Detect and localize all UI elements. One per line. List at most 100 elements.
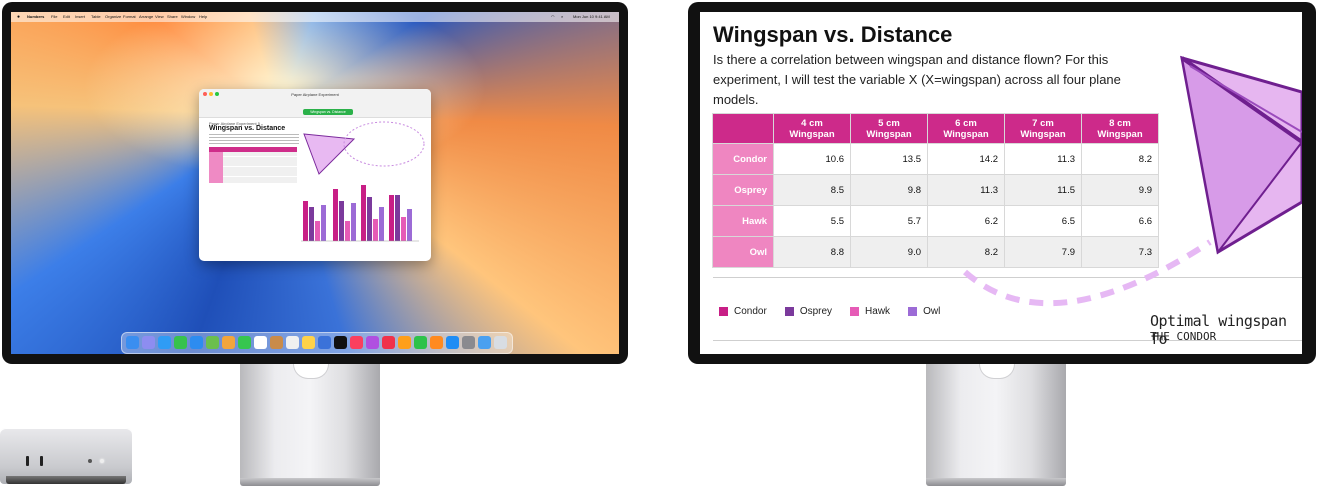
legend-label: Hawk	[865, 306, 891, 317]
usb-c-port	[26, 456, 29, 466]
notes-icon[interactable]	[302, 336, 315, 349]
menu-file[interactable]: File	[51, 14, 57, 19]
menu-view[interactable]: View	[155, 14, 164, 19]
table-cell[interactable]: 9.8	[850, 174, 928, 206]
table-cell[interactable]: 5.5	[773, 205, 851, 237]
table-cell[interactable]: 8.5	[773, 174, 851, 206]
facetime-icon[interactable]	[238, 336, 251, 349]
left-desktop[interactable]: ● Numbers File Edit Insert Table Organiz…	[11, 12, 619, 354]
document-body[interactable]: Is there a correlation between wingspan …	[713, 50, 1138, 110]
table-header-cell[interactable]: 4 cm Wingspan	[773, 113, 851, 144]
right-display-document[interactable]: Wingspan vs. Distance Is there a correla…	[700, 12, 1302, 354]
mail-icon[interactable]	[190, 336, 203, 349]
menu-clock[interactable]: Mon Jun 10 9:41 AM	[573, 14, 610, 19]
doc-heading: Wingspan vs. Distance	[209, 125, 286, 132]
left-monitor-stand	[240, 364, 380, 478]
podcasts-icon[interactable]	[366, 336, 379, 349]
table-header-cell[interactable]: 5 cm Wingspan	[850, 113, 928, 144]
finder-icon[interactable]	[126, 336, 139, 349]
table-header-cell[interactable]: 7 cm Wingspan	[1004, 113, 1082, 144]
paper-airplane-drawing	[1180, 55, 1302, 255]
legend-item[interactable]: Osprey	[784, 306, 833, 317]
table-cell[interactable]: 5.7	[850, 205, 928, 237]
legend-item[interactable]: Condor	[719, 306, 767, 317]
menu-app[interactable]: Numbers	[27, 14, 44, 19]
power-led	[100, 459, 104, 463]
menu-format[interactable]: Format	[123, 14, 136, 19]
dock	[121, 332, 513, 354]
table-cell[interactable]: 6.2	[927, 205, 1005, 237]
table-cell[interactable]: 8.2	[1081, 143, 1159, 175]
tv-icon[interactable]	[334, 336, 347, 349]
table-cell[interactable]: 10.6	[773, 143, 851, 175]
table-cell[interactable]: 9.9	[1081, 174, 1159, 206]
messages-icon[interactable]	[174, 336, 187, 349]
calendar-icon[interactable]	[254, 336, 267, 349]
table-cell[interactable]: 13.5	[850, 143, 928, 175]
table-row: Hawk 5.5 5.7 6.2 6.5 6.6	[712, 205, 1159, 237]
table-cell[interactable]: 8.8	[773, 236, 851, 268]
table-cell[interactable]: 11.3	[927, 174, 1005, 206]
mini-bar-chart	[301, 185, 419, 242]
music-icon[interactable]	[350, 336, 363, 349]
menu-arrange[interactable]: Arrange	[139, 14, 153, 19]
maps-icon[interactable]	[206, 336, 219, 349]
wifi-icon[interactable]: ◠	[551, 14, 555, 19]
legend-label: Osprey	[799, 306, 833, 317]
trash-icon[interactable]	[494, 336, 507, 349]
headphone-jack	[88, 459, 92, 463]
numbers-window[interactable]: Paper Airplane Experiment Wingspan vs. D…	[199, 89, 431, 261]
table-header-cell[interactable]: 6 cm Wingspan	[927, 113, 1005, 144]
table-header-cell[interactable]: 8 cm Wingspan	[1081, 113, 1159, 144]
usb-c-port	[40, 456, 43, 466]
table-cell[interactable]: 11.5	[1004, 174, 1082, 206]
news-icon[interactable]	[382, 336, 395, 349]
menu-bar: ● Numbers File Edit Insert Table Organiz…	[11, 12, 619, 22]
table-cell[interactable]: 11.3	[1004, 143, 1082, 175]
menu-organize[interactable]: Organize	[105, 14, 121, 19]
legend-label: Owl	[923, 306, 941, 317]
freeform-icon[interactable]	[318, 336, 331, 349]
safari-icon[interactable]	[158, 336, 171, 349]
table-row: Condor 10.6 13.5 14.2 11.3 8.2	[712, 143, 1159, 175]
menu-window[interactable]: Window	[181, 14, 195, 19]
table-row-header[interactable]: Owl	[712, 236, 774, 268]
annotation-handwriting: THE CONDOR	[1150, 330, 1217, 343]
table-cell[interactable]: 6.6	[1081, 205, 1159, 237]
right-monitor-stand	[926, 364, 1066, 478]
table-row-header[interactable]: Osprey	[712, 174, 774, 206]
app-store-icon[interactable]	[446, 336, 459, 349]
table-header-cell[interactable]	[712, 113, 774, 144]
document-title: Wingspan vs. Distance	[713, 22, 953, 47]
apple-menu-icon[interactable]: ●	[17, 14, 20, 20]
menu-table[interactable]: Table	[91, 14, 101, 19]
system-settings-icon[interactable]	[462, 336, 475, 349]
keynote-icon[interactable]	[398, 336, 411, 349]
contacts-icon[interactable]	[270, 336, 283, 349]
doc-text-lines	[209, 134, 299, 144]
photos-icon[interactable]	[222, 336, 235, 349]
menu-help[interactable]: Help	[199, 14, 207, 19]
table-cell[interactable]: 14.2	[927, 143, 1005, 175]
reminders-icon[interactable]	[286, 336, 299, 349]
legend-item[interactable]: Owl	[908, 306, 940, 317]
pages-icon[interactable]	[430, 336, 443, 349]
legend-swatch-osprey	[784, 307, 794, 316]
window-toolbar: Paper Airplane Experiment Wingspan vs. D…	[199, 89, 431, 118]
table-cell[interactable]: 9.0	[850, 236, 928, 268]
menu-insert[interactable]: Insert	[75, 14, 85, 19]
launchpad-icon[interactable]	[142, 336, 155, 349]
table-row: Osprey 8.5 9.8 11.3 11.5 9.9	[712, 174, 1159, 206]
menu-share[interactable]: Share	[167, 14, 178, 19]
downloads-icon[interactable]	[478, 336, 491, 349]
menu-edit[interactable]: Edit	[63, 14, 70, 19]
table-header-row: 4 cm Wingspan 5 cm Wingspan 6 cm Wingspa…	[712, 113, 1159, 144]
table-cell[interactable]: 6.5	[1004, 205, 1082, 237]
table-row-header[interactable]: Condor	[712, 143, 774, 175]
legend-item[interactable]: Hawk	[850, 306, 890, 317]
legend-label: Condor	[734, 306, 767, 317]
table-row-header[interactable]: Hawk	[712, 205, 774, 237]
search-icon[interactable]: ⌕	[561, 14, 563, 19]
sheet-tab-active[interactable]: Wingspan vs. Distance	[303, 109, 353, 115]
numbers-icon[interactable]	[414, 336, 427, 349]
